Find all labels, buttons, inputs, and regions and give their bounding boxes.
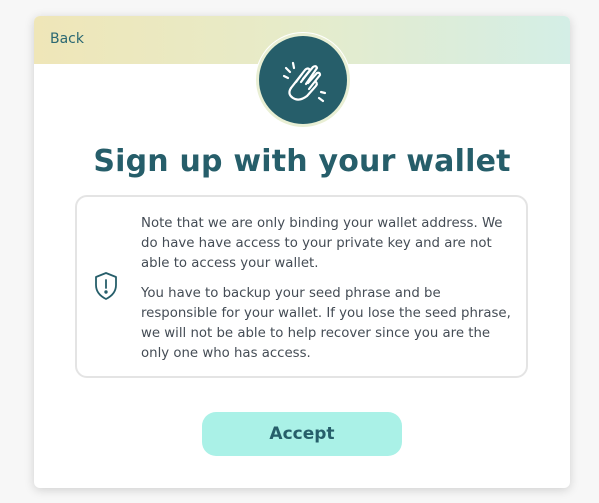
notice-paragraph-2: You have to backup your seed phrase and …	[141, 286, 511, 361]
notice-paragraph-1: Note that we are only binding your walle…	[141, 216, 503, 271]
hero-badge	[255, 32, 351, 128]
signup-wallet-modal: Back Sign up with your wallet Note that …	[34, 16, 570, 488]
clapping-hands-icon	[259, 36, 347, 124]
back-link[interactable]: Back	[50, 31, 84, 47]
notice-text: Note that we are only binding your walle…	[141, 214, 513, 374]
shield-alert-icon	[93, 271, 119, 305]
page-title: Sign up with your wallet	[93, 144, 511, 179]
accept-button[interactable]: Accept	[202, 412, 402, 456]
notice-box: Note that we are only binding your walle…	[75, 195, 528, 378]
